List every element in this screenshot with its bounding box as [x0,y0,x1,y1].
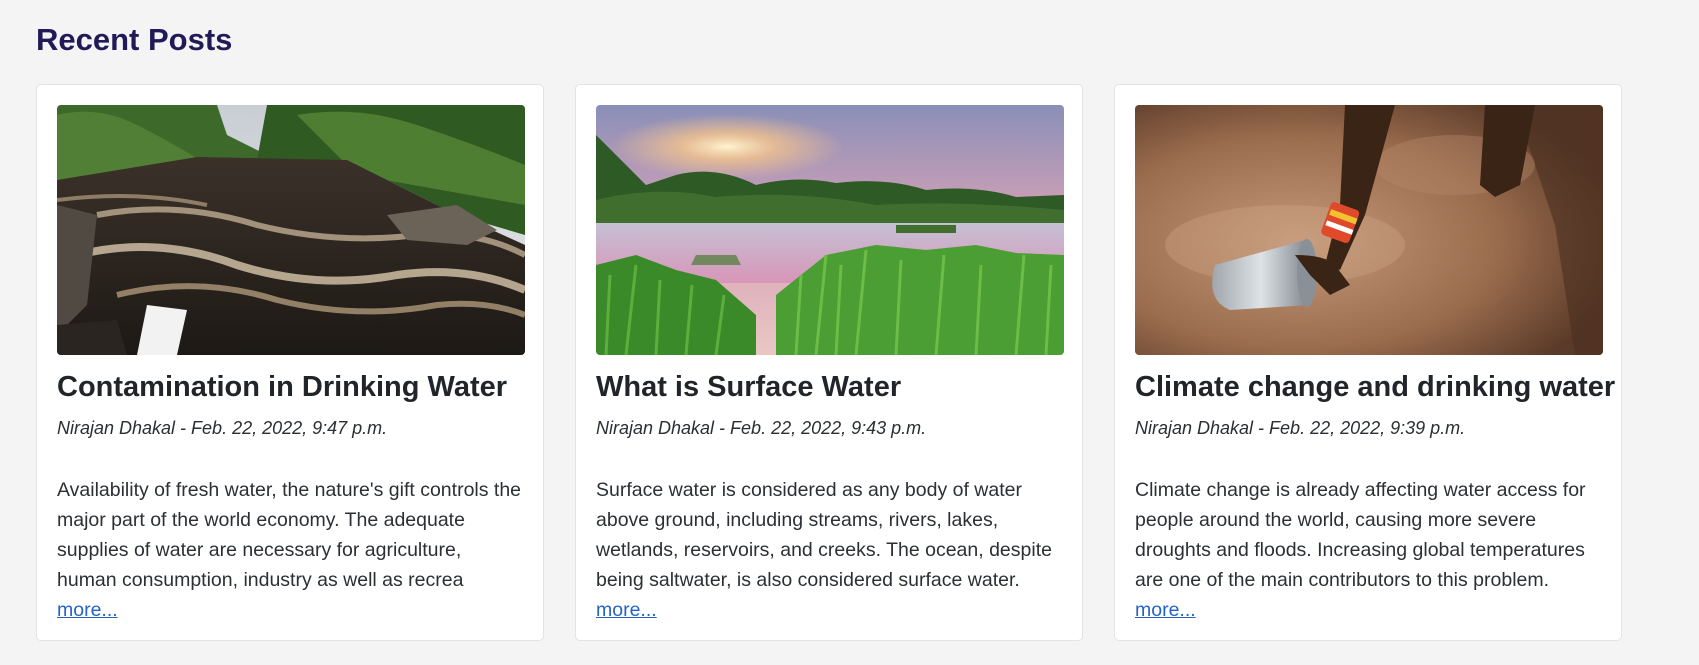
post-title[interactable]: Climate change and drinking water [1135,370,1615,405]
post-meta: Nirajan Dhakal - Feb. 22, 2022, 9:47 p.m… [57,417,388,438]
post-thumbnail-link[interactable] [596,105,1064,355]
section-title: Recent Posts [36,22,233,57]
post-meta: Nirajan Dhakal - Feb. 22, 2022, 9:39 p.m… [1135,417,1466,438]
more-link[interactable]: more... [57,595,118,625]
river-rapids-image [57,105,525,355]
sunset-lake-image [596,105,1064,355]
post-card: Contamination in Drinking Water Nirajan … [36,84,544,641]
more-link[interactable]: more... [1135,595,1196,625]
more-link[interactable]: more... [596,595,657,625]
post-title[interactable]: What is Surface Water [596,370,1062,405]
post-thumbnail-link[interactable] [57,105,525,355]
post-excerpt: Climate change is already affecting wate… [1135,479,1586,592]
post-title[interactable]: Contamination in Drinking Water [57,370,523,405]
post-meta: Nirajan Dhakal - Feb. 22, 2022, 9:43 p.m… [596,417,927,438]
post-card: Climate change and drinking water Niraja… [1114,84,1622,641]
post-thumbnail-link[interactable] [1135,105,1603,355]
post-excerpt: Availability of fresh water, the nature'… [57,479,522,592]
muddy-water-image [1135,105,1603,355]
post-card: What is Surface Water Nirajan Dhakal - F… [575,84,1083,641]
recent-posts-list: Contamination in Drinking Water Nirajan … [36,84,1622,641]
post-excerpt: Surface water is considered as any body … [596,479,1052,592]
